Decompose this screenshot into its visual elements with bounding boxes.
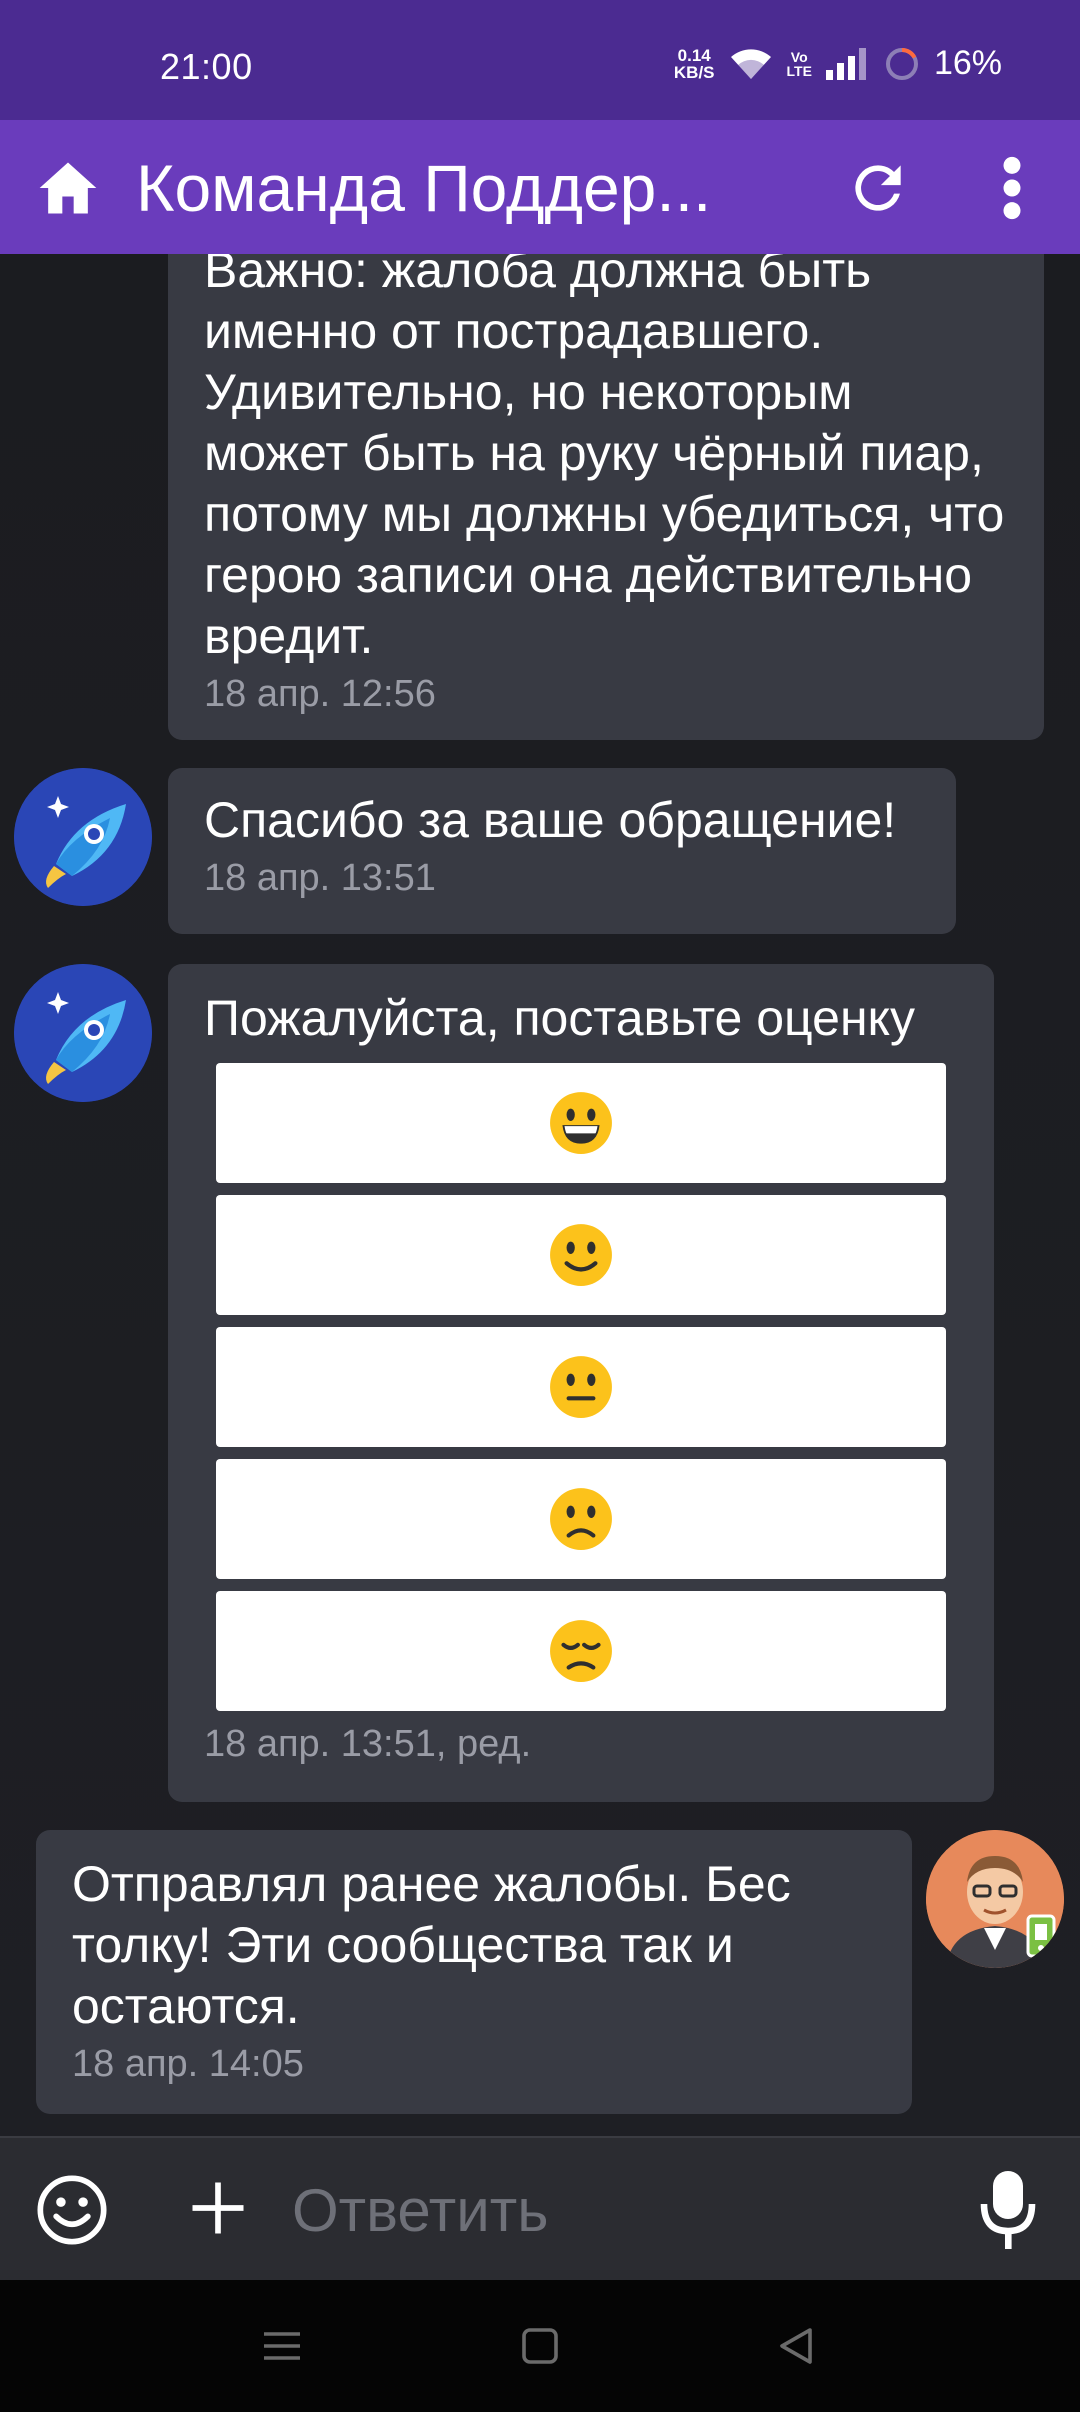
- more-vert-icon[interactable]: [988, 154, 1036, 222]
- net-speed: 0.14 KB/S: [674, 47, 715, 81]
- status-bar: 21:00 0.14 KB/S Vo LTE 16%: [0, 0, 1080, 120]
- grinning-face-icon: [550, 1092, 612, 1154]
- chat-title: Команда Поддер...: [136, 151, 712, 225]
- message-timestamp: 18 апр. 14:05: [72, 2043, 304, 2085]
- rocket-icon: [14, 964, 152, 1102]
- rocket-icon: [14, 768, 152, 906]
- message-bubble: Спасибо за ваше обращение! 18 апр. 13:51: [168, 768, 956, 934]
- message-text: Пожалуйста, поставьте оценку: [204, 990, 915, 1046]
- neutral-face-icon: [550, 1356, 612, 1418]
- rating-message-bubble: Пожалуйста, поставьте оценку 18 апр. 13:…: [168, 964, 994, 1802]
- menu-nav-icon[interactable]: [258, 2322, 306, 2370]
- rating-button-3[interactable]: [216, 1327, 946, 1447]
- compose-bar: [0, 2136, 1080, 2280]
- message-timestamp: 18 апр. 12:56: [204, 673, 436, 715]
- home-nav-icon[interactable]: [516, 2322, 564, 2370]
- battery-percent: 16%: [933, 44, 1002, 82]
- net-speed-value: 0.14: [677, 45, 711, 65]
- rating-button-1[interactable]: [216, 1063, 946, 1183]
- emoji-picker-icon[interactable]: [34, 2172, 110, 2248]
- volte-top: Vo: [790, 48, 808, 65]
- signal-icon: [825, 47, 866, 80]
- microphone-icon[interactable]: [976, 2168, 1040, 2252]
- message-timestamp: 18 апр. 13:51: [204, 857, 436, 899]
- message-timestamp: 18 апр. 13:51, ред.: [204, 1723, 532, 1765]
- support-avatar[interactable]: [14, 768, 152, 906]
- refresh-icon[interactable]: [844, 154, 912, 222]
- battery-ring-icon: [885, 47, 918, 80]
- wifi-icon: [730, 48, 771, 79]
- volte-bottom: LTE: [786, 62, 812, 79]
- reply-input[interactable]: [292, 2166, 952, 2254]
- back-nav-icon[interactable]: [772, 2322, 820, 2370]
- mobile-device-icon: [1026, 1914, 1056, 1958]
- volte-indicator: Vo LTE: [787, 50, 812, 78]
- net-speed-unit: KB/S: [673, 62, 715, 82]
- rating-button-2[interactable]: [216, 1195, 946, 1315]
- app-toolbar: Команда Поддер...: [0, 120, 1080, 254]
- outgoing-message-bubble: Отправлял ранее жалобы. Бес толку! Эти с…: [36, 1830, 912, 2114]
- message-text: Отправлял ранее жалобы. Бес толку! Эти с…: [72, 1856, 791, 2034]
- status-icons: 0.14 KB/S Vo LTE 16%: [674, 44, 1002, 83]
- message-text: Спасибо за ваше обращение!: [204, 792, 897, 848]
- status-time: 21:00: [160, 46, 253, 87]
- support-avatar[interactable]: [14, 964, 152, 1102]
- message-bubble: Важно: жалоба должна быть именно от пост…: [168, 254, 1044, 740]
- system-nav-bar: [0, 2280, 1080, 2412]
- chat-area[interactable]: Важно: жалоба должна быть именно от пост…: [0, 254, 1080, 2136]
- rating-options: [216, 1063, 958, 1711]
- home-icon[interactable]: [34, 154, 102, 222]
- user-avatar[interactable]: [926, 1830, 1064, 1968]
- message-text: Важно: жалоба должна быть именно от пост…: [204, 254, 1005, 664]
- rating-button-4[interactable]: [216, 1459, 946, 1579]
- rating-button-5[interactable]: [216, 1591, 946, 1711]
- disappointed-face-icon: [550, 1620, 612, 1682]
- slightly-smiling-face-icon: [550, 1224, 612, 1286]
- attach-plus-icon[interactable]: [184, 2174, 252, 2242]
- slightly-frowning-face-icon: [550, 1488, 612, 1550]
